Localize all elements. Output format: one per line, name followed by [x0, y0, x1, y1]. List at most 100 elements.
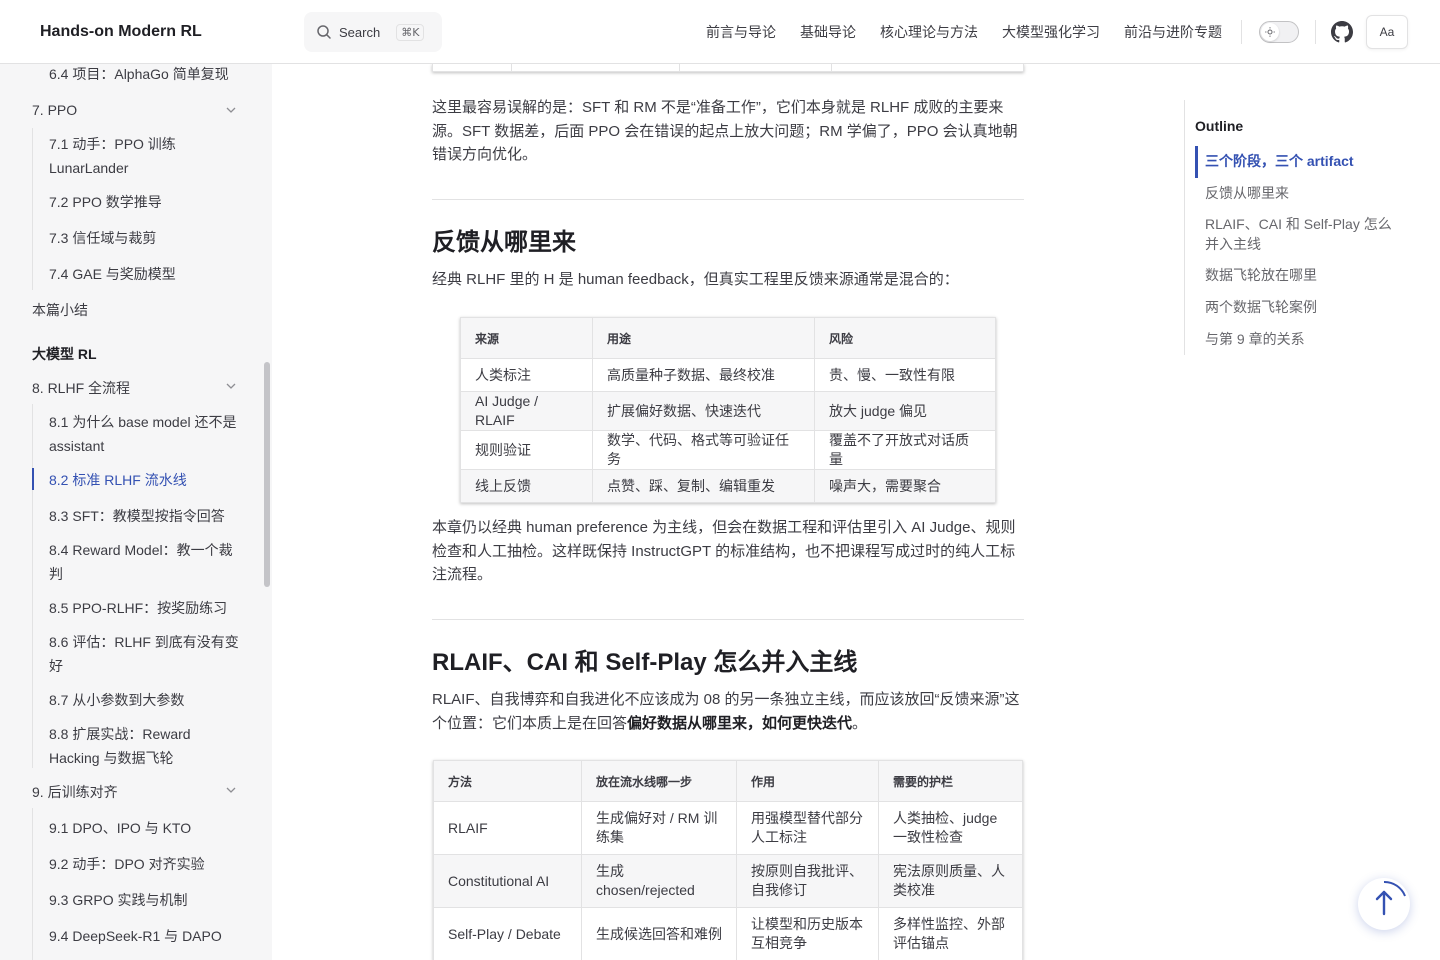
table-cell: 按原则自我批评、自我修订: [736, 854, 879, 908]
arrow-up-icon: [1375, 880, 1406, 916]
table-cell: 高质量种子数据、最终校准: [592, 358, 815, 392]
table-cell: 生成偏好对 / RM 训练集: [581, 801, 737, 855]
search-icon: [317, 25, 331, 39]
table-cell: 线上反馈: [460, 469, 593, 503]
top-navbar: Hands-on Modern RL Search ⌘K 前言与导论 基础导论 …: [0, 0, 1440, 64]
sidebar-item-8-3[interactable]: 8.3 SFT：教模型按指令回答: [49, 504, 244, 528]
sidebar-item-8-7[interactable]: 8.7 从小参数到大参数: [49, 688, 244, 712]
nav-item-llm-rl[interactable]: 大模型强化学习: [1002, 22, 1100, 42]
table-row: RLAIF 生成偏好对 / RM 训练集 用强模型替代部分人工标注 人类抽检、j…: [433, 801, 1023, 855]
sidebar-item-summary[interactable]: 本篇小结: [32, 298, 88, 322]
table-cell: Constitutional AI: [433, 854, 582, 908]
table-cell: 生成候选回答和难例: [581, 907, 737, 960]
outline-item-feedback-source[interactable]: 反馈从哪里来: [1205, 183, 1405, 203]
chevron-down-icon[interactable]: [225, 104, 237, 116]
sidebar-item-9-4[interactable]: 9.4 DeepSeek-R1 与 DAPO: [49, 924, 244, 948]
table-row: AI Judge / RLAIF 扩展偏好数据、快速迭代 放大 judge 偏见: [460, 391, 996, 431]
method-table: 方法 放在流水线哪一步 作用 需要的护栏 RLAIF 生成偏好对 / RM 训练…: [433, 760, 1023, 960]
nav-divider: [1241, 20, 1242, 44]
sidebar-item-8-6[interactable]: 8.6 评估：RLHF 到底有没有变好: [49, 630, 244, 678]
table-cell: 人类标注: [460, 358, 593, 392]
feedback-source-table: 来源 用途 风险 人类标注 高质量种子数据、最终校准 贵、慢、一致性有限 AI …: [460, 317, 996, 503]
nav-item-basics[interactable]: 基础导论: [800, 22, 856, 42]
table-header: 方法: [433, 760, 582, 802]
table-cell: 扩展偏好数据、快速迭代: [592, 391, 815, 431]
table-cell: AI Judge / RLAIF: [460, 391, 593, 431]
main-nav: 前言与导论 基础导论 核心理论与方法 大模型强化学习 前沿与进阶专题: [706, 0, 1222, 64]
paragraph-text: 。: [852, 714, 868, 732]
previous-table-edge: [432, 64, 1024, 72]
outline-title: Outline: [1195, 118, 1244, 134]
table-row: 线上反馈 点赞、踩、复制、编辑重发 噪声大，需要聚合: [460, 469, 996, 503]
table-cell: 生成 chosen/rejected: [581, 854, 737, 908]
sidebar-item-8-rlhf[interactable]: 8. RLHF 全流程: [32, 376, 130, 400]
sidebar-item-7-ppo[interactable]: 7. PPO: [32, 98, 77, 122]
sidebar-item-7-3[interactable]: 7.3 信任域与裁剪: [49, 226, 244, 250]
outline-item-rlaif[interactable]: RLAIF、CAI 和 Self-Play 怎么并入主线: [1205, 214, 1405, 254]
sidebar-item-8-2[interactable]: 8.2 标准 RLHF 流水线: [49, 468, 244, 492]
outline-item-flywheel-cases[interactable]: 两个数据飞轮案例: [1205, 297, 1405, 317]
outline-item-three-stages[interactable]: 三个阶段，三个 artifact: [1205, 151, 1405, 171]
sidebar-item-7-2[interactable]: 7.2 PPO 数学推导: [49, 190, 244, 214]
table-row: 人类标注 高质量种子数据、最终校准 贵、慢、一致性有限: [460, 358, 996, 392]
table-cell: 规则验证: [460, 430, 593, 470]
nav-item-preface[interactable]: 前言与导论: [706, 22, 776, 42]
table-cell: 噪声大，需要聚合: [814, 469, 996, 503]
heading-rlaif-cai-selfplay: RLAIF、CAI 和 Self-Play 怎么并入主线: [432, 649, 858, 676]
sidebar-item-9-2[interactable]: 9.2 动手：DPO 对齐实验: [49, 852, 244, 876]
table-header: 需要的护栏: [878, 760, 1023, 802]
github-icon[interactable]: [1331, 21, 1353, 43]
appearance-button[interactable]: Aa: [1366, 15, 1408, 49]
table-row: Constitutional AI 生成 chosen/rejected 按原则…: [433, 854, 1023, 908]
sidebar-item-8-1[interactable]: 8.1 为什么 base model 还不是 assistant: [49, 410, 244, 458]
sidebar-indent-line: [32, 128, 33, 290]
section-divider: [432, 619, 1024, 620]
nav-divider: [1315, 20, 1316, 44]
nav-item-frontier[interactable]: 前沿与进阶专题: [1124, 22, 1222, 42]
table-cell: 多样性监控、外部评估锚点: [878, 907, 1023, 960]
paragraph-human-feedback: 经典 RLHF 里的 H 是 human feedback，但真实工程里反馈来源…: [432, 271, 959, 288]
site-title[interactable]: Hands-on Modern RL: [40, 0, 202, 64]
sidebar-item-6-4[interactable]: 6.4 项目：AlphaGo 简单复现: [49, 64, 244, 86]
table-cell: 让模型和历史版本互相竞争: [736, 907, 879, 960]
sidebar-scrollbar[interactable]: [264, 362, 270, 587]
sidebar-item-9-post-training[interactable]: 9. 后训练对齐: [32, 780, 118, 804]
sidebar: 6.4 项目：AlphaGo 简单复现 7. PPO 7.1 动手：PPO 训练…: [0, 64, 272, 960]
table-cell: 贵、慢、一致性有限: [814, 358, 996, 392]
table-header: 来源: [460, 317, 593, 359]
sidebar-item-8-5[interactable]: 8.5 PPO-RLHF：按奖励练习: [49, 596, 244, 620]
table-cell: 用强模型替代部分人工标注: [736, 801, 879, 855]
sidebar-indent-line: [32, 808, 33, 960]
table-row: Self-Play / Debate 生成候选回答和难例 让模型和历史版本互相竞…: [433, 907, 1023, 960]
table-header: 用途: [592, 317, 815, 359]
outline-item-data-flywheel[interactable]: 数据飞轮放在哪里: [1205, 265, 1405, 285]
chevron-down-icon[interactable]: [225, 784, 237, 796]
search-label: Search: [339, 24, 381, 40]
nav-item-core-theory[interactable]: 核心理论与方法: [880, 22, 978, 42]
sidebar-item-8-4[interactable]: 8.4 Reward Model：教一个裁判: [49, 538, 244, 586]
sidebar-item-9-1[interactable]: 9.1 DPO、IPO 与 KTO: [49, 816, 244, 840]
table-cell: 放大 judge 偏见: [814, 391, 996, 431]
table-header: 放在流水线哪一步: [581, 760, 737, 802]
sidebar-item-8-8[interactable]: 8.8 扩展实战：Reward Hacking 与数据飞轮: [49, 722, 244, 770]
paragraph-sft-rm: 这里最容易误解的是：SFT 和 RM 不是“准备工作”，它们本身就是 RLHF …: [432, 99, 1018, 163]
table-header: 作用: [736, 760, 879, 802]
section-divider: [432, 199, 1024, 200]
sidebar-item-7-4[interactable]: 7.4 GAE 与奖励模型: [49, 262, 244, 286]
outline-item-chapter-9[interactable]: 与第 9 章的关系: [1205, 329, 1405, 349]
table-cell: Self-Play / Debate: [433, 907, 582, 960]
paragraph-human-preference: 本章仍以经典 human preference 为主线，但会在数据工程和评估里引…: [432, 519, 1016, 583]
search-button[interactable]: Search ⌘K: [304, 12, 442, 52]
search-shortcut: ⌘K: [396, 23, 425, 41]
table-cell: 覆盖不了开放式对话质量: [814, 430, 996, 470]
table-cell: RLAIF: [433, 801, 582, 855]
theme-toggle[interactable]: [1259, 21, 1299, 43]
outline-active-marker: [1195, 146, 1198, 178]
back-to-top-button[interactable]: [1358, 878, 1410, 930]
table-cell: 点赞、踩、复制、编辑重发: [592, 469, 815, 503]
chevron-down-icon[interactable]: [225, 380, 237, 392]
table-row: 规则验证 数学、代码、格式等可验证任务 覆盖不了开放式对话质量: [460, 430, 996, 470]
sidebar-item-9-3[interactable]: 9.3 GRPO 实践与机制: [49, 888, 244, 912]
sidebar-item-7-1[interactable]: 7.1 动手：PPO 训练 LunarLander: [49, 132, 244, 180]
table-cell: 宪法原则质量、人类校准: [878, 854, 1023, 908]
